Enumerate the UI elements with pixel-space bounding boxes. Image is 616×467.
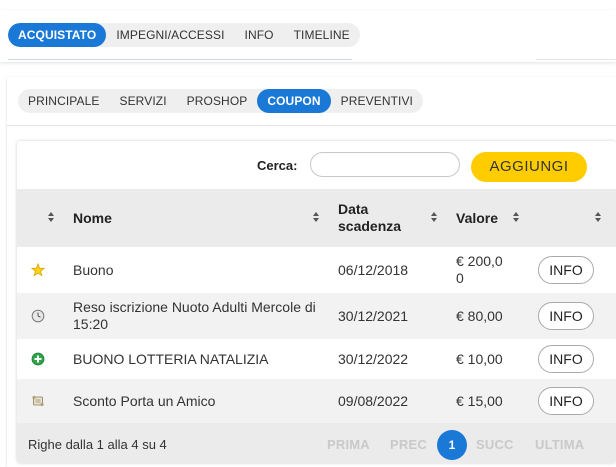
add-coupon-button[interactable]: AGGIUNGI [471, 152, 587, 182]
sort-icon[interactable] [512, 211, 520, 225]
coupon-expiry: 09/08/2022 [338, 393, 409, 409]
search-row: Cerca: AGGIUNGI [17, 141, 616, 189]
coupon-table-card: Cerca: AGGIUNGI Nome Data scadenza Valor… [17, 141, 616, 463]
tab-info[interactable]: INFO [235, 23, 284, 47]
star-icon [31, 263, 45, 277]
page-prev[interactable]: PREC [390, 437, 427, 452]
top-panel-divider [536, 59, 616, 60]
top-tab-divider [8, 59, 352, 60]
column-header-name[interactable]: Nome [73, 189, 112, 247]
tab-servizi[interactable]: SERVIZI [109, 89, 176, 113]
column-header-value[interactable]: Valore [456, 189, 498, 247]
coupon-name: Sconto Porta un Amico [73, 393, 216, 409]
table-row: Sconto Porta un Amico 09/08/2022 € 15,00… [17, 379, 616, 423]
tab-preventivi[interactable]: PREVENTIVI [331, 89, 423, 113]
coupon-value: € 80,00 [456, 308, 503, 324]
table-footer: Righe dalla 1 alla 4 su 4 PRIMA PREC 1 S… [17, 423, 616, 463]
page-next[interactable]: SUCC [476, 437, 514, 452]
coupon-expiry: 06/12/2018 [338, 262, 409, 278]
coupon-name: Reso iscrizione Nuoto Adulti Mercole di … [73, 299, 316, 332]
coupon-panel: PRINCIPALE SERVIZI PROSHOP COUPON PREVEN… [7, 77, 616, 467]
scroll-icon [32, 395, 44, 407]
tab-principale[interactable]: PRINCIPALE [18, 89, 109, 113]
page-first[interactable]: PRIMA [327, 437, 370, 452]
info-button[interactable]: INFO [538, 256, 594, 284]
coupon-name: BUONO LOTTERIA NATALIZIA [73, 351, 269, 367]
sub-tab-bar: PRINCIPALE SERVIZI PROSHOP COUPON PREVEN… [18, 89, 423, 113]
sort-icon[interactable] [312, 211, 320, 225]
tab-coupon[interactable]: COUPON [257, 89, 331, 113]
plus-circle-icon [31, 352, 45, 366]
coupon-expiry: 30/12/2021 [338, 308, 409, 324]
page-last[interactable]: ULTIMA [535, 437, 584, 452]
page-current[interactable]: 1 [437, 430, 467, 460]
column-header-expiry[interactable]: Data scadenza [338, 189, 418, 247]
info-button[interactable]: INFO [538, 345, 594, 373]
table-header: Nome Data scadenza Valore [17, 189, 616, 247]
clock-icon [31, 309, 45, 323]
page: ACQUISTATO IMPEGNI/ACCESSI INFO TIMELINE… [0, 0, 616, 467]
coupon-name: Buono [73, 262, 114, 278]
sort-icon[interactable] [594, 211, 602, 225]
tab-proshop[interactable]: PROSHOP [177, 89, 258, 113]
table-row: BUONO LOTTERIA NATALIZIA 30/12/2022 € 10… [17, 339, 616, 379]
sort-icon[interactable] [430, 211, 438, 225]
tab-impegni-accessi[interactable]: IMPEGNI/ACCESSI [106, 23, 234, 47]
search-input[interactable] [310, 152, 460, 177]
table-row: Buono 06/12/2018 € 200,00 INFO [17, 247, 616, 293]
coupon-value: € 15,00 [456, 393, 503, 409]
row-count: Righe dalla 1 alla 4 su 4 [28, 437, 167, 452]
search-label: Cerca: [257, 158, 298, 173]
info-button[interactable]: INFO [538, 387, 594, 415]
coupon-value: € 200,00 [456, 253, 503, 286]
table-row: Reso iscrizione Nuoto Adulti Mercole di … [17, 293, 616, 339]
top-tab-bar: ACQUISTATO IMPEGNI/ACCESSI INFO TIMELINE [8, 23, 360, 47]
info-button[interactable]: INFO [538, 302, 594, 330]
tab-acquistato[interactable]: ACQUISTATO [8, 23, 107, 47]
sub-tab-divider [7, 125, 616, 126]
coupon-value: € 10,00 [456, 351, 503, 367]
tab-timeline[interactable]: TIMELINE [284, 23, 360, 47]
coupon-expiry: 30/12/2022 [338, 351, 409, 367]
sort-icon[interactable] [47, 211, 55, 225]
